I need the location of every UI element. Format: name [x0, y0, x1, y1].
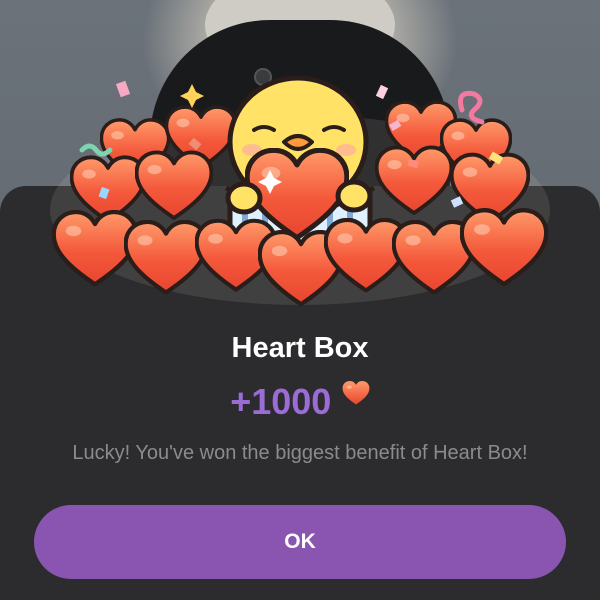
reward-row: +1000 — [0, 380, 600, 424]
reward-amount: +1000 — [230, 381, 332, 422]
reward-message: Lucky! You've won the biggest benefit of… — [72, 442, 528, 464]
ok-button[interactable]: OK — [34, 505, 566, 579]
heart-box-illustration — [40, 60, 560, 310]
heart-icon — [342, 380, 370, 424]
dialog-title: Heart Box — [231, 332, 369, 364]
heart-box-artwork — [50, 75, 550, 310]
